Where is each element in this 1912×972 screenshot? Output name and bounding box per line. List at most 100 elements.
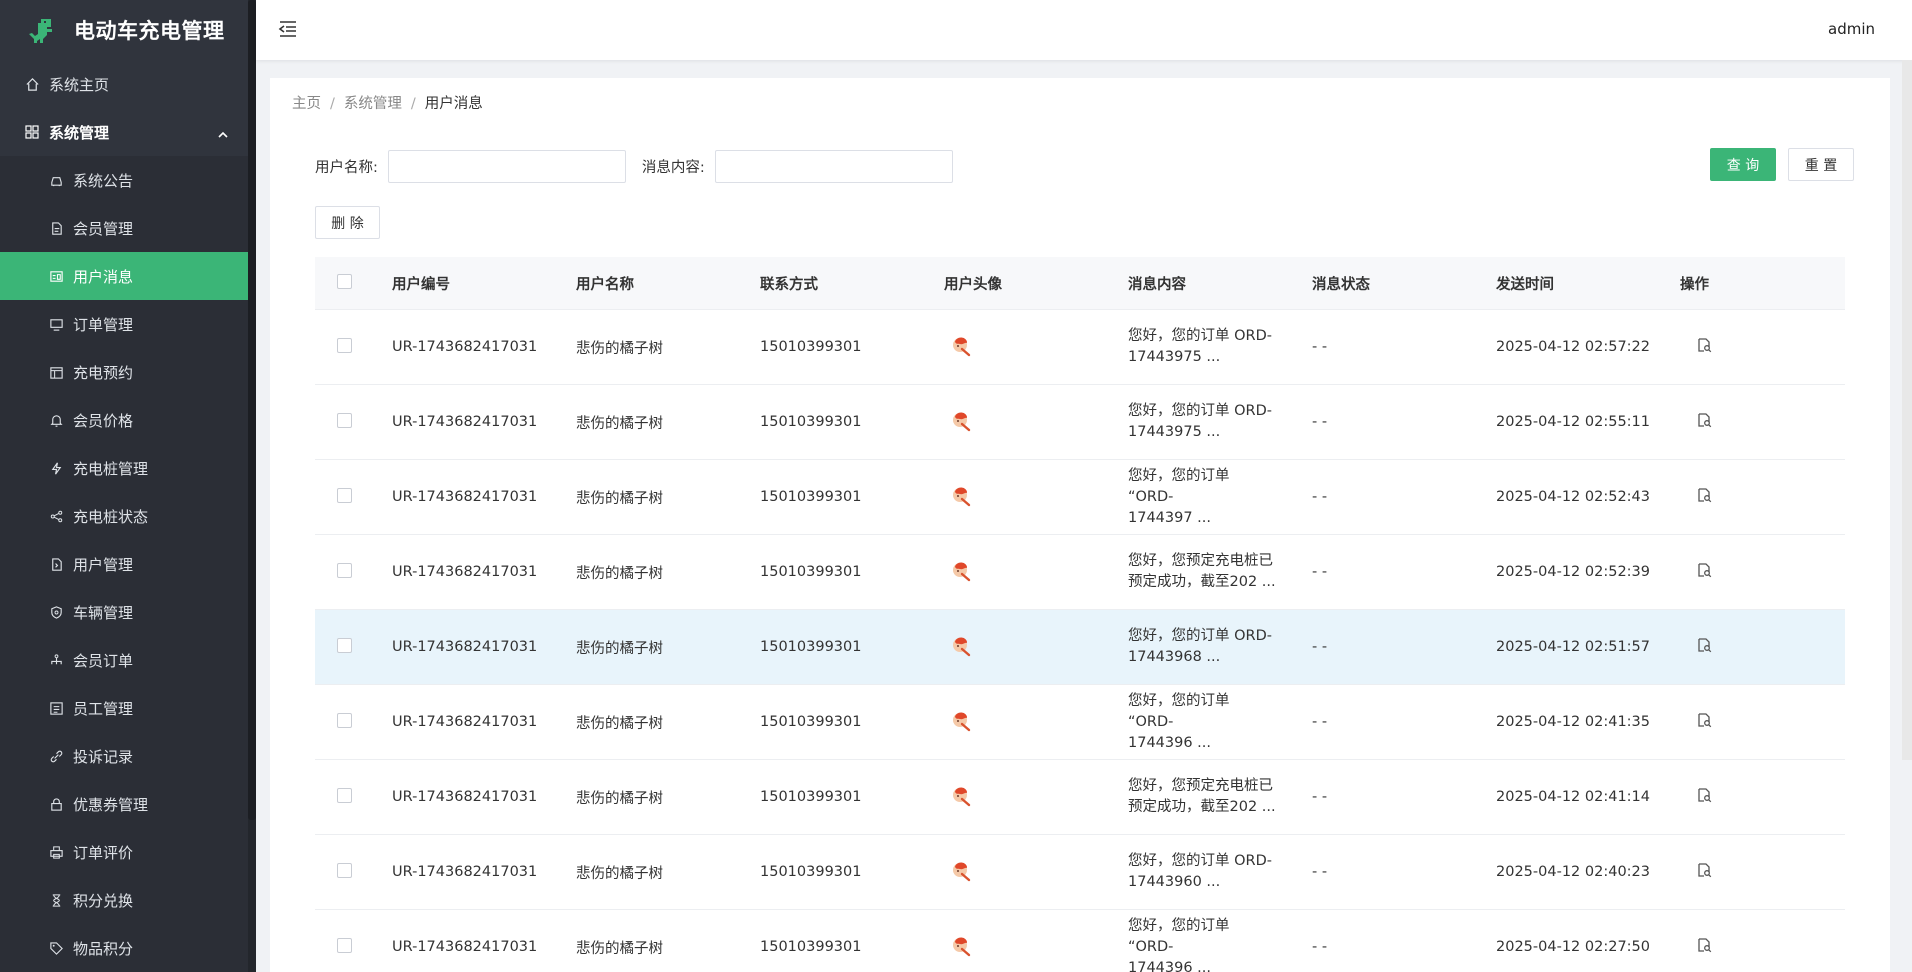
sidebar-item-lightning[interactable]: 充电桩管理 bbox=[0, 444, 248, 492]
username-label: 用户名称: bbox=[315, 160, 378, 176]
sidebar-item-monitor[interactable]: 订单管理 bbox=[0, 300, 248, 348]
sidebar-item-hourglass[interactable]: 积分兑换 bbox=[0, 876, 248, 924]
reset-button[interactable]: 重 置 bbox=[1788, 148, 1854, 181]
view-details-icon[interactable] bbox=[1696, 712, 1712, 728]
sidebar-item-shield[interactable]: 车辆管理 bbox=[0, 588, 248, 636]
sidebar-scrollbar-thumb[interactable] bbox=[248, 0, 256, 820]
send-time-cell: 2025-04-12 02:52:39 bbox=[1496, 564, 1650, 580]
row-checkbox[interactable] bbox=[337, 787, 352, 803]
row-checkbox[interactable] bbox=[337, 412, 352, 428]
row-checkbox[interactable] bbox=[337, 712, 352, 728]
view-details-icon[interactable] bbox=[1696, 562, 1712, 578]
sidebar-submenu: 系统公告 会员管理 用户消息 订单管理充电预约会员价格 充电桩管理 充电桩状态 用户管理车辆… bbox=[0, 156, 256, 972]
message-status-cell: - - bbox=[1312, 864, 1328, 880]
user-id-cell: UR-1743682417031 bbox=[392, 339, 538, 355]
view-details-icon[interactable] bbox=[1696, 412, 1712, 428]
view-details-icon[interactable] bbox=[1696, 862, 1712, 878]
breadcrumb-home[interactable]: 主页 bbox=[292, 96, 321, 112]
sidebar-item-printer[interactable]: 订单评价 bbox=[0, 828, 248, 876]
sidebar-item-calendar[interactable]: 充电预约 bbox=[0, 348, 248, 396]
menu-fold-icon[interactable] bbox=[278, 20, 300, 40]
query-button[interactable]: 查 询 bbox=[1710, 148, 1776, 181]
printer-icon bbox=[48, 844, 64, 860]
table-row[interactable]: UR-1743682417031 悲伤的橘子树 15010399301 您好，您的订单… bbox=[315, 610, 1845, 685]
sidebar-group-system[interactable]: 系统管理 bbox=[0, 108, 248, 156]
view-details-icon[interactable] bbox=[1696, 937, 1712, 953]
table-row[interactable]: UR-1743682417031 悲伤的橘子树 15010399301 您好，您的订单… bbox=[315, 310, 1845, 385]
user-avatar[interactable] bbox=[946, 781, 976, 811]
user-name-cell: 悲伤的橘子树 bbox=[576, 640, 663, 657]
page-scrollbar[interactable] bbox=[1902, 60, 1912, 760]
sidebar-item-sitemap[interactable]: 会员订单 bbox=[0, 636, 248, 684]
sidebar-item-label: 物品积分 bbox=[73, 939, 134, 958]
brand: 电动车充电管理 bbox=[0, 0, 256, 60]
table-row[interactable]: UR-1743682417031 悲伤的橘子树 15010399301 您好，您的订单… bbox=[315, 685, 1845, 760]
message-line: 您好，您的订单 ORD- bbox=[1128, 853, 1272, 869]
select-all-checkbox[interactable] bbox=[337, 273, 352, 289]
content-input[interactable] bbox=[714, 150, 953, 183]
table-row[interactable]: UR-1743682417031 悲伤的橘子树 15010399301 您好，您的订单… bbox=[315, 910, 1845, 972]
sidebar-item-label: 系统主页 bbox=[49, 75, 110, 94]
user-avatar[interactable] bbox=[946, 406, 976, 436]
shield-icon bbox=[48, 604, 64, 620]
user-avatar[interactable] bbox=[946, 556, 976, 586]
column-header: 操作 bbox=[1680, 276, 1709, 293]
row-checkbox[interactable] bbox=[337, 337, 352, 353]
grid-icon bbox=[24, 124, 40, 140]
lightning-icon bbox=[48, 460, 64, 476]
table-row[interactable]: UR-1743682417031 悲伤的橘子树 15010399301 您好，您的订单… bbox=[315, 460, 1845, 535]
table-header: 用户编号 用户名称 联系方式 用户头像 消息内容 消息状态 发送时间 操作 bbox=[315, 257, 1845, 310]
user-avatar[interactable] bbox=[946, 931, 976, 961]
view-details-icon[interactable] bbox=[1696, 487, 1712, 503]
row-checkbox[interactable] bbox=[337, 637, 352, 653]
user-id-cell: UR-1743682417031 bbox=[392, 564, 538, 580]
sidebar-item-home[interactable]: 系统主页 bbox=[0, 60, 248, 108]
user-menu[interactable]: admin bbox=[1828, 20, 1875, 38]
sitemap-icon bbox=[48, 652, 64, 668]
table-row[interactable]: UR-1743682417031 悲伤的橘子树 15010399301 您好，您的订单… bbox=[315, 385, 1845, 460]
sidebar-item-tag[interactable]: 物品积分 bbox=[0, 924, 248, 972]
table-row[interactable]: UR-1743682417031 悲伤的橘子树 15010399301 您好，您预定充… bbox=[315, 760, 1845, 835]
delete-button[interactable]: 删 除 bbox=[315, 206, 380, 239]
message-status-cell: - - bbox=[1312, 939, 1328, 955]
table-row[interactable]: UR-1743682417031 悲伤的橘子树 15010399301 您好，您预定充… bbox=[315, 535, 1845, 610]
view-details-icon[interactable] bbox=[1696, 337, 1712, 353]
column-header: 发送时间 bbox=[1496, 276, 1554, 293]
row-checkbox[interactable] bbox=[337, 487, 352, 503]
sidebar-item-document[interactable]: 会员管理 bbox=[0, 204, 248, 252]
sidebar-item-share[interactable]: 充电桩状态 bbox=[0, 492, 248, 540]
user-avatar[interactable] bbox=[946, 631, 976, 661]
breadcrumb: 主页 / 系统管理 / 用户消息 bbox=[292, 92, 483, 113]
sidebar-item-lock[interactable]: 优惠券管理 bbox=[0, 780, 248, 828]
sidebar-item-label: 充电预约 bbox=[73, 363, 134, 382]
view-details-icon[interactable] bbox=[1696, 637, 1712, 653]
sidebar-item-label: 订单评价 bbox=[73, 843, 134, 862]
home-icon bbox=[24, 76, 40, 92]
sidebar-item-car[interactable]: 系统公告 bbox=[0, 156, 248, 204]
sidebar-item-file[interactable]: 用户管理 bbox=[0, 540, 248, 588]
view-details-icon[interactable] bbox=[1696, 787, 1712, 803]
hourglass-icon bbox=[48, 892, 64, 908]
breadcrumb-system[interactable]: 系统管理 bbox=[344, 96, 402, 112]
row-checkbox[interactable] bbox=[337, 937, 352, 953]
message-content-cell: 您好，您的订单 ORD- 17443960 ... bbox=[1128, 851, 1278, 893]
row-checkbox[interactable] bbox=[337, 862, 352, 878]
user-avatar[interactable] bbox=[946, 856, 976, 886]
user-avatar[interactable] bbox=[946, 481, 976, 511]
message-status-cell: - - bbox=[1312, 564, 1328, 580]
sidebar-scrollbar[interactable] bbox=[248, 0, 256, 972]
sidebar-item-link[interactable]: 投诉记录 bbox=[0, 732, 248, 780]
sidebar-item-label: 员工管理 bbox=[73, 699, 134, 718]
sidebar-item-list[interactable]: 员工管理 bbox=[0, 684, 248, 732]
user-avatar[interactable] bbox=[946, 706, 976, 736]
sidebar-item-bell[interactable]: 会员价格 bbox=[0, 396, 248, 444]
phone-cell: 15010399301 bbox=[760, 714, 862, 730]
user-id-cell: UR-1743682417031 bbox=[392, 489, 538, 505]
row-checkbox[interactable] bbox=[337, 562, 352, 578]
username-input[interactable] bbox=[387, 150, 626, 183]
breadcrumb-current: 用户消息 bbox=[424, 96, 483, 112]
user-avatar[interactable] bbox=[946, 331, 976, 361]
table-row[interactable]: UR-1743682417031 悲伤的橘子树 15010399301 您好，您的订单… bbox=[315, 835, 1845, 910]
sidebar-item-label: 车辆管理 bbox=[73, 603, 134, 622]
sidebar-item-message-card[interactable]: 用户消息 bbox=[0, 252, 248, 300]
